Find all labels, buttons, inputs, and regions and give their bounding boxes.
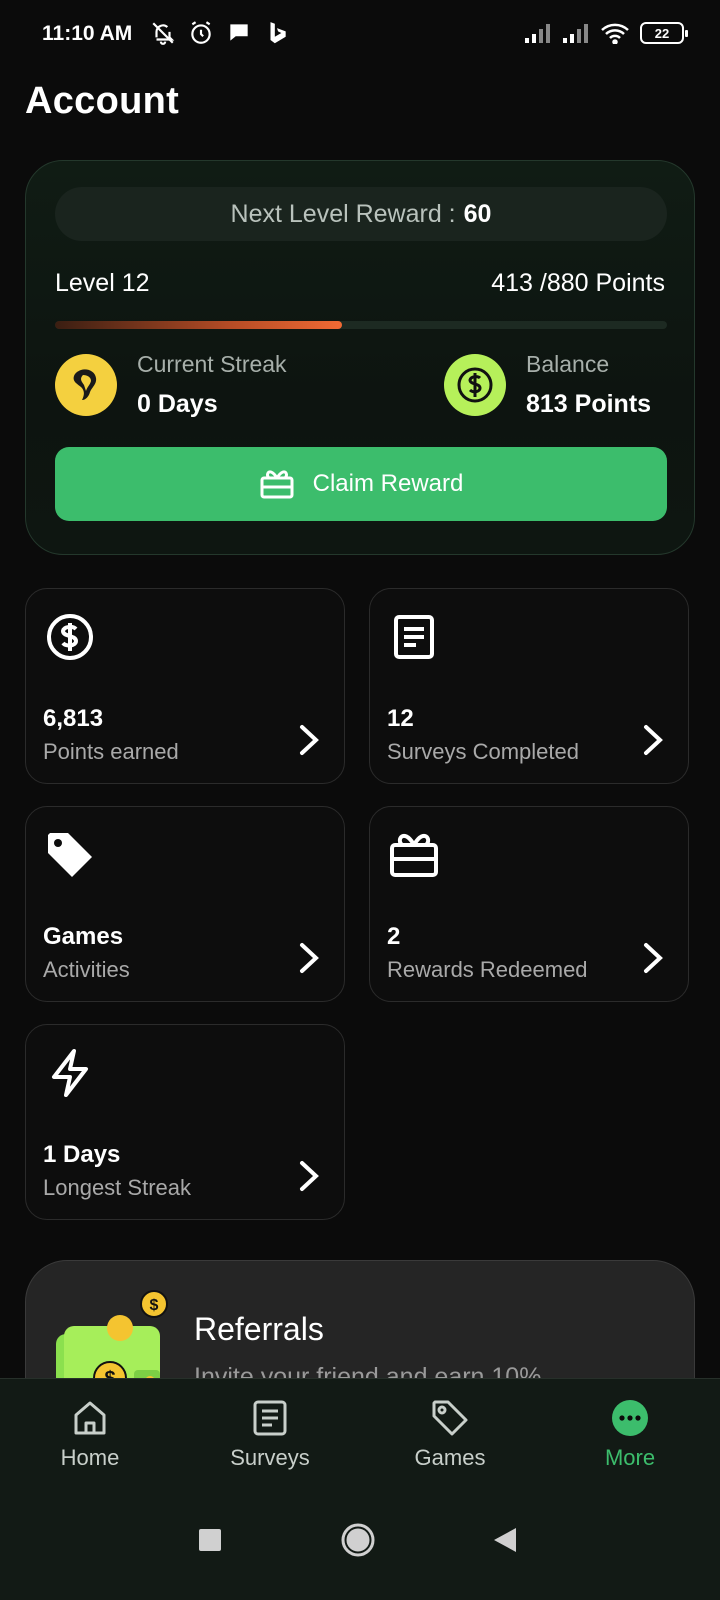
reward-label: Next Level Reward : [230, 199, 456, 228]
alarm-icon [191, 21, 211, 44]
back-button-icon[interactable] [492, 1526, 518, 1554]
chevron-right-icon [300, 943, 319, 973]
streak-label: Current Streak [137, 351, 287, 377]
tile-surveys-completed[interactable]: 12 Surveys Completed [369, 588, 689, 784]
level-label: Level 12 [55, 269, 150, 297]
tile-games-activities[interactable]: Games Activities [25, 806, 345, 1002]
signal-icon [525, 24, 550, 43]
tile-label: Surveys Completed [387, 739, 579, 764]
current-streak: Current Streak 0 Days [55, 351, 287, 419]
nav-home[interactable]: Home [0, 1399, 180, 1471]
notification-icons [150, 20, 290, 46]
more-icon [612, 1400, 648, 1436]
gift-icon [260, 470, 294, 499]
chevron-right-icon [644, 943, 663, 973]
svg-text:$: $ [150, 1297, 159, 1314]
tile-value: 2 [387, 923, 401, 950]
signal-icon [563, 24, 588, 43]
nav-games[interactable]: Games [360, 1399, 540, 1471]
tile-value: 12 [387, 705, 414, 732]
tag-icon [48, 833, 92, 877]
nav-label: Surveys [230, 1445, 310, 1470]
tile-rewards-redeemed[interactable]: 2 Rewards Redeemed [369, 806, 689, 1002]
nav-label: More [604, 1445, 656, 1470]
claim-reward-label: Claim Reward [312, 470, 464, 497]
referrals-title: Referrals [194, 1311, 324, 1347]
tile-longest-streak[interactable]: 1 Days Longest Streak [25, 1024, 345, 1220]
chevron-right-icon [644, 725, 663, 755]
document-icon [394, 615, 434, 659]
chevron-right-icon [300, 1161, 319, 1191]
nav-surveys[interactable]: Surveys [180, 1399, 360, 1471]
level-card: Next Level Reward : 60 Level 12 413 /880… [25, 160, 695, 555]
document-icon [253, 1400, 287, 1436]
level-progress-bar [55, 321, 667, 329]
dollar-circle-icon [47, 614, 93, 660]
level-progress-fill [55, 321, 343, 329]
balance-dollar-icon [444, 354, 506, 416]
chevron-right-icon [300, 725, 319, 755]
tile-value: 1 Days [43, 1141, 121, 1168]
claim-reward-button[interactable]: Claim Reward [55, 447, 667, 521]
balance: Balance 813 Points [444, 351, 651, 419]
points-progress-label: 413 /880 Points [491, 269, 665, 297]
recents-button-icon[interactable] [198, 1528, 222, 1552]
reward-value: 60 [463, 199, 492, 228]
chat-icon [230, 24, 248, 41]
bell-off-icon [152, 22, 175, 45]
tile-label: Activities [43, 957, 130, 982]
balance-label: Balance [526, 351, 610, 377]
tile-label: Longest Streak [43, 1175, 191, 1200]
wifi-icon [601, 23, 629, 44]
lightning-icon [52, 1049, 88, 1097]
nav-more[interactable]: More [540, 1399, 720, 1471]
tile-label: Rewards Redeemed [387, 957, 588, 982]
streak-value: 0 Days [137, 390, 218, 418]
bottom-navigation: Home Surveys Games More [0, 1378, 720, 1488]
status-time: 11:10 AM [42, 22, 133, 45]
system-icons: 22 [524, 22, 688, 44]
account-screen: 11:10 AM 22 Account Next Level Reward : … [0, 0, 720, 1600]
tile-points-earned[interactable]: 6,813 Points earned [25, 588, 345, 784]
status-bar: 11:10 AM 22 [0, 0, 720, 70]
nav-label: Home [60, 1445, 120, 1470]
page-title: Account [25, 80, 180, 122]
bing-icon [270, 22, 286, 44]
gift-icon [390, 833, 438, 877]
streak-icon [55, 354, 117, 416]
tile-label: Points earned [43, 739, 179, 764]
next-level-reward: Next Level Reward : 60 [55, 187, 667, 241]
tile-value: 6,813 [43, 705, 104, 732]
balance-value: 813 Points [526, 390, 652, 418]
home-button-icon[interactable] [340, 1522, 376, 1558]
nav-label: Games [414, 1445, 486, 1470]
home-icon [74, 1401, 106, 1435]
tile-value: Games [43, 923, 124, 950]
tag-icon [432, 1400, 468, 1436]
battery-icon: 22 [640, 22, 688, 44]
system-navigation-bar [0, 1488, 720, 1600]
